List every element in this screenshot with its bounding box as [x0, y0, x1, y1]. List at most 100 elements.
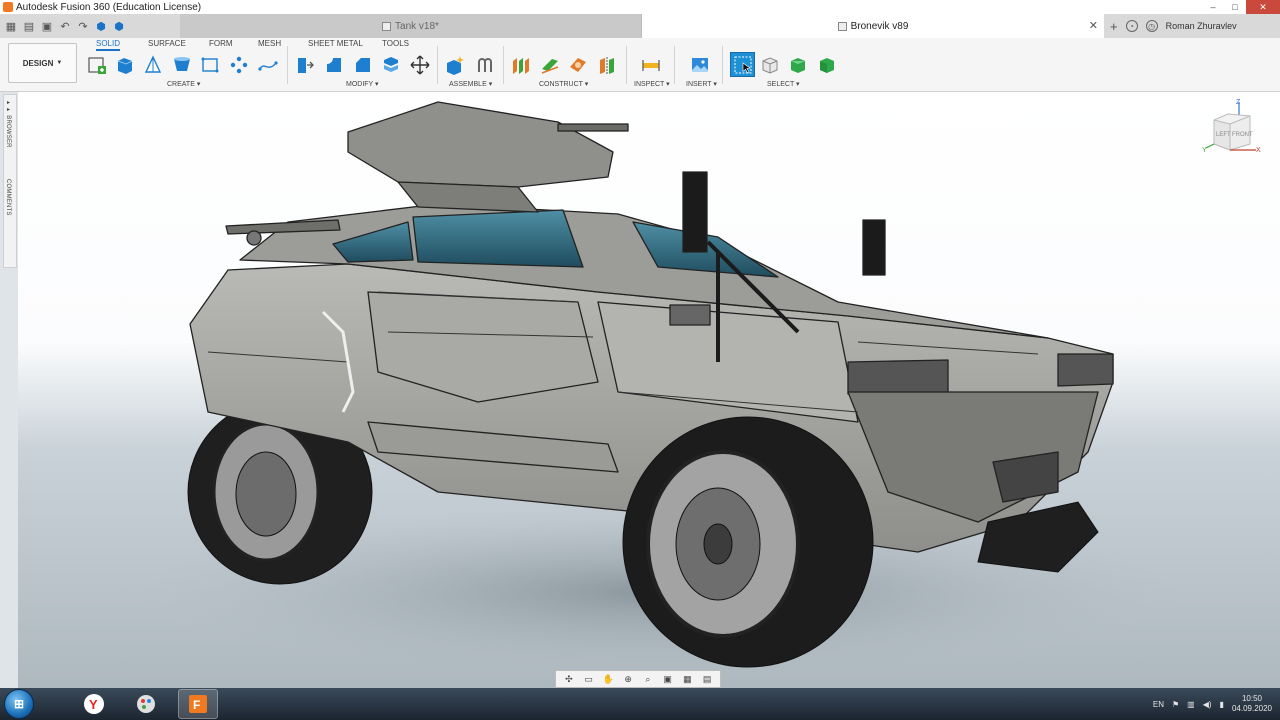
comments-panel-toggle[interactable]: COMMENTS [5, 179, 11, 216]
front-wheel [622, 416, 874, 668]
new-tab-icon[interactable]: + [1110, 19, 1118, 34]
ribbon-separator [287, 46, 288, 84]
app-settings-icon[interactable]: ⬢ [94, 19, 108, 33]
taskbar-paint-app[interactable] [126, 689, 166, 719]
select-component-button[interactable] [816, 54, 838, 76]
job-status-icon[interactable]: ◔ [1125, 20, 1138, 32]
modify-group-label[interactable]: MODIFY ▾ [346, 80, 379, 88]
select-face-button[interactable] [787, 54, 809, 76]
tray-power-icon[interactable]: ▮ [1220, 700, 1224, 709]
data-panel-icon[interactable]: ⬢ [112, 19, 126, 33]
tab-label: Bronevik v89 [850, 20, 909, 32]
language-indicator[interactable]: EN [1153, 700, 1164, 709]
fillet-button[interactable] [323, 54, 345, 76]
redo-icon[interactable]: ↷ [76, 19, 90, 33]
3d-viewport[interactable] [18, 92, 1280, 688]
select-body-button[interactable] [759, 54, 781, 76]
armored-vehicle-model[interactable] [18, 92, 1280, 688]
midplane-button[interactable] [596, 54, 618, 76]
fit-icon[interactable]: ⌕ [642, 673, 654, 685]
browser-panel-toggle[interactable]: ▸▸ BROWSER [5, 99, 12, 148]
tangent-plane-button[interactable] [567, 54, 589, 76]
close-window-button[interactable]: ✕ [1246, 0, 1280, 14]
pattern-button[interactable] [228, 54, 250, 76]
extrude-button[interactable] [114, 54, 136, 76]
tab-form[interactable]: FORM [209, 39, 233, 48]
undo-icon[interactable]: ↶ [58, 19, 72, 33]
document-tab-bar: ▦ ▤ ▣ ↶ ↷ ⬢ ⬢ Tank v18* Bronevik v89 ✕ +… [0, 14, 1280, 38]
document-icon [382, 21, 392, 31]
tab-tank[interactable]: Tank v18* [180, 14, 642, 38]
insert-image-button[interactable] [689, 54, 711, 76]
plane-at-angle-button[interactable] [539, 54, 561, 76]
tab-mesh[interactable]: MESH [258, 39, 281, 48]
viewports-icon[interactable]: ▤ [701, 673, 713, 685]
select-button[interactable] [730, 52, 755, 77]
joint-icon [478, 58, 492, 72]
windows-taskbar: ⊞ Y F EN ⚑ ▥ ◀) ▮ 10:50 04.09.2020 [0, 688, 1280, 720]
chamfer-button[interactable] [352, 54, 374, 76]
revolve-button[interactable] [142, 54, 164, 76]
create-sketch-button[interactable] [86, 54, 108, 76]
construct-group-label[interactable]: CONSTRUCT ▾ [539, 80, 588, 88]
measure-button[interactable] [640, 54, 662, 76]
offset-plane-button[interactable] [510, 54, 532, 76]
new-component-button[interactable] [444, 54, 466, 76]
ribbon-separator [626, 46, 627, 84]
workspace-label: DESIGN [22, 58, 54, 68]
move-button[interactable] [409, 54, 431, 76]
zoom-icon[interactable]: ⊕ [622, 673, 634, 685]
tray-network-icon[interactable]: ▥ [1187, 700, 1195, 709]
joint-button[interactable] [474, 54, 496, 76]
user-name[interactable]: Roman Zhuravlev [1166, 21, 1237, 31]
cube-outline-icon [762, 57, 778, 74]
taskbar-yandex-browser[interactable]: Y [74, 689, 114, 719]
minimize-button[interactable]: – [1202, 0, 1224, 14]
maximize-button[interactable]: □ [1224, 0, 1246, 14]
press-pull-button[interactable] [294, 54, 316, 76]
viewcube-x-label: X [1256, 147, 1261, 154]
viewcube-left-face[interactable]: LEFT [1216, 132, 1231, 138]
grid-settings-icon[interactable]: ▦ [681, 673, 693, 685]
rectangle-button[interactable] [199, 54, 221, 76]
offset-plane-icon [513, 58, 529, 74]
viewcube[interactable]: Z LEFT FRONT X Y [1202, 98, 1262, 156]
start-button[interactable]: ⊞ [4, 689, 34, 719]
spline-button[interactable] [257, 54, 279, 76]
close-tab-icon[interactable]: ✕ [1089, 19, 1098, 32]
orbit-icon[interactable]: ✣ [563, 673, 575, 685]
inspect-group-label[interactable]: INSPECT ▾ [634, 80, 670, 88]
tray-flag-icon[interactable]: ⚑ [1172, 700, 1179, 709]
tab-surface[interactable]: SURFACE [148, 39, 186, 48]
insert-group-label[interactable]: INSERT ▾ [686, 80, 717, 88]
tab-bronevik[interactable]: Bronevik v89 ✕ [642, 14, 1104, 38]
midplane-icon [600, 57, 614, 74]
create-group-label[interactable]: CREATE ▾ [167, 80, 200, 88]
viewcube-front-face[interactable]: FRONT [1232, 132, 1253, 138]
tab-tools[interactable]: TOOLS [382, 39, 409, 48]
look-at-icon[interactable]: ▭ [583, 673, 595, 685]
tray-volume-icon[interactable]: ◀) [1203, 700, 1212, 709]
display-settings-icon[interactable]: ▣ [662, 673, 674, 685]
sweep-button[interactable] [171, 54, 193, 76]
select-group-label[interactable]: SELECT ▾ [767, 80, 800, 88]
tab-sheet-metal[interactable]: SHEET METAL [308, 39, 363, 48]
ribbon-separator [503, 46, 504, 84]
clock-date: 04.09.2020 [1231, 704, 1272, 713]
file-menu-icon[interactable]: ▤ [22, 19, 36, 33]
viewcube-z-label: Z [1236, 99, 1241, 106]
workspace-switcher[interactable]: DESIGN ▼ [8, 43, 77, 83]
tab-solid[interactable]: SOLID [96, 39, 121, 51]
pan-hand-icon[interactable]: ✋ [602, 673, 614, 685]
grid-menu-icon[interactable]: ▦ [4, 19, 18, 33]
taskbar-fusion-360[interactable]: F [178, 689, 218, 719]
assemble-group-label[interactable]: ASSEMBLE ▾ [449, 80, 492, 88]
rectangle-icon [201, 57, 219, 73]
window-controls: – □ ✕ [1202, 0, 1280, 14]
system-clock[interactable]: 10:50 04.09.2020 [1232, 694, 1272, 714]
title-bar: Autodesk Fusion 360 (Education License) … [0, 0, 1280, 14]
fusion-360-icon: F [189, 695, 207, 713]
save-icon[interactable]: ▣ [40, 19, 54, 33]
notifications-icon[interactable]: ◷ [1145, 20, 1158, 32]
shell-button[interactable] [380, 54, 402, 76]
